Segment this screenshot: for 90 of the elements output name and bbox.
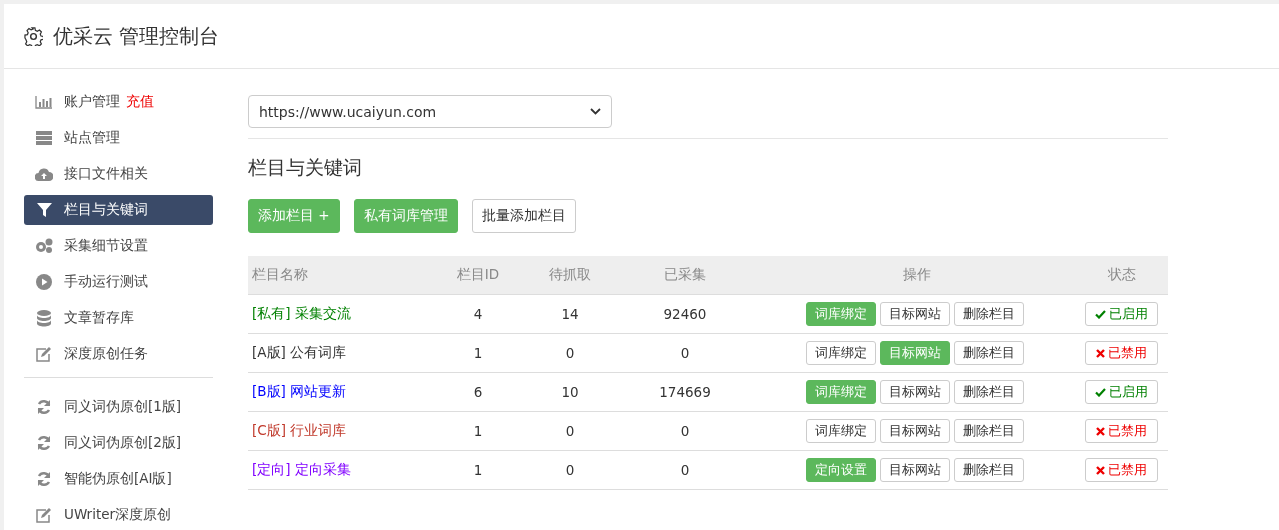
server-icon (36, 131, 52, 145)
sidebar-label: 深度原创任务 (64, 345, 148, 363)
cloud-upload-icon (35, 167, 53, 181)
sidebar-item[interactable]: 同义词伪原创[2版] (24, 428, 213, 458)
cross-icon (1096, 348, 1105, 358)
sidebar-item[interactable]: 智能伪原创[AI版] (24, 464, 213, 494)
action-button[interactable]: 删除栏目 (954, 458, 1024, 482)
toolbar-button[interactable]: 批量添加栏目 (471, 199, 576, 233)
category-name: [私有] 采集交流 (251, 305, 352, 323)
sidebar-label: 手动运行测试 (64, 273, 148, 291)
sidebar-label: 站点管理 (64, 129, 120, 147)
sidebar-label: 账户管理 (64, 93, 120, 111)
play-icon (36, 274, 52, 290)
action-button[interactable]: 删除栏目 (954, 419, 1024, 443)
sidebar-item[interactable]: 采集细节设置 (24, 231, 213, 261)
check-icon (1095, 387, 1106, 397)
action-button[interactable]: 删除栏目 (954, 302, 1024, 326)
sidebar-label: 文章暂存库 (64, 309, 134, 327)
category-name: [定向] 定向采集 (251, 461, 352, 479)
chevron-down-icon (590, 108, 601, 115)
bar-chart-icon (35, 95, 53, 109)
action-button[interactable]: 目标网站 (880, 380, 950, 404)
action-button[interactable]: 目标网站 (880, 419, 950, 443)
status-button[interactable]: 已启用 (1085, 380, 1158, 404)
sidebar-item[interactable]: 栏目与关键词 (24, 195, 213, 225)
action-button[interactable]: 词库绑定 (806, 419, 876, 443)
edit-icon (36, 346, 52, 362)
sidebar-label: 接口文件相关 (64, 165, 148, 183)
table-cell-text: 0 (564, 423, 576, 439)
action-button[interactable]: 目标网站 (880, 458, 950, 482)
section-title: 栏目与关键词 (248, 155, 363, 180)
sidebar-label: UWriter深度原创 (64, 506, 172, 524)
cross-icon (1096, 426, 1105, 436)
sidebar-item[interactable]: 文章暂存库 (24, 303, 213, 333)
refresh-icon (36, 471, 52, 487)
sidebar-item[interactable]: 同义词伪原创[1版] (24, 392, 213, 422)
column-header: 栏目ID (455, 266, 501, 284)
recharge-link[interactable]: 充值 (126, 93, 154, 111)
sidebar-item[interactable]: 深度原创任务 (24, 339, 213, 369)
sidebar-label: 智能伪原创[AI版] (64, 470, 172, 488)
gears-icon (35, 238, 53, 254)
action-button[interactable]: 删除栏目 (954, 380, 1024, 404)
edit-icon (36, 507, 52, 523)
filter-icon (36, 203, 52, 217)
category-name: [A版] 公有词库 (251, 344, 348, 362)
sidebar-label: 同义词伪原创[1版] (64, 398, 182, 416)
sidebar-item[interactable]: 手动运行测试 (24, 267, 213, 297)
column-header: 栏目名称 (251, 266, 309, 284)
column-header: 状态 (1107, 266, 1137, 284)
column-header: 操作 (902, 266, 932, 284)
action-button[interactable]: 目标网站 (880, 302, 950, 326)
table-cell-text: 0 (679, 345, 691, 361)
settings-icon (24, 26, 43, 46)
sidebar-label: 同义词伪原创[2版] (64, 434, 182, 452)
cross-icon (1096, 465, 1105, 475)
column-header: 已采集 (663, 266, 707, 284)
table-cell-text: 92460 (662, 306, 708, 322)
app-title: 优采云 管理控制台 (53, 22, 220, 50)
refresh-icon (36, 435, 52, 451)
status-button[interactable]: 已启用 (1085, 302, 1158, 326)
table-cell-text: 0 (564, 462, 576, 478)
action-button[interactable]: 删除栏目 (954, 341, 1024, 365)
sidebar-label: 采集细节设置 (64, 237, 148, 255)
sidebar-item[interactable]: 账户管理 充值 (24, 87, 213, 117)
action-button[interactable]: 词库绑定 (806, 341, 876, 365)
table-cell-text: 1 (472, 345, 484, 361)
table-cell-text: 1 (472, 462, 484, 478)
status-button[interactable]: 已禁用 (1085, 419, 1158, 443)
sidebar-item[interactable]: 站点管理 (24, 123, 213, 153)
category-name: [B版] 网站更新 (251, 383, 348, 401)
table-cell-text: 0 (564, 345, 576, 361)
sidebar-label: 栏目与关键词 (64, 201, 148, 219)
column-header: 待抓取 (548, 266, 592, 284)
category-name: [C版] 行业词库 (251, 422, 348, 440)
table-cell-text: 0 (679, 462, 691, 478)
table-cell-text: 6 (472, 384, 484, 400)
table-cell-text: 1 (472, 423, 484, 439)
table-cell-text: 10 (560, 384, 580, 400)
table-cell-text: 0 (679, 423, 691, 439)
sidebar-item[interactable]: 接口文件相关 (24, 159, 213, 189)
sidebar-item[interactable]: UWriter深度原创 (24, 500, 213, 530)
site-select[interactable]: https://www.ucaiyun.com (248, 95, 612, 128)
status-button[interactable]: 已禁用 (1085, 341, 1158, 365)
status-button[interactable]: 已禁用 (1085, 458, 1158, 482)
database-icon (37, 309, 51, 327)
table-cell-text: 174669 (658, 384, 712, 400)
refresh-icon (36, 399, 52, 415)
table-cell-text: 4 (472, 306, 484, 322)
table-cell-text: 14 (560, 306, 580, 322)
check-icon (1095, 309, 1106, 319)
